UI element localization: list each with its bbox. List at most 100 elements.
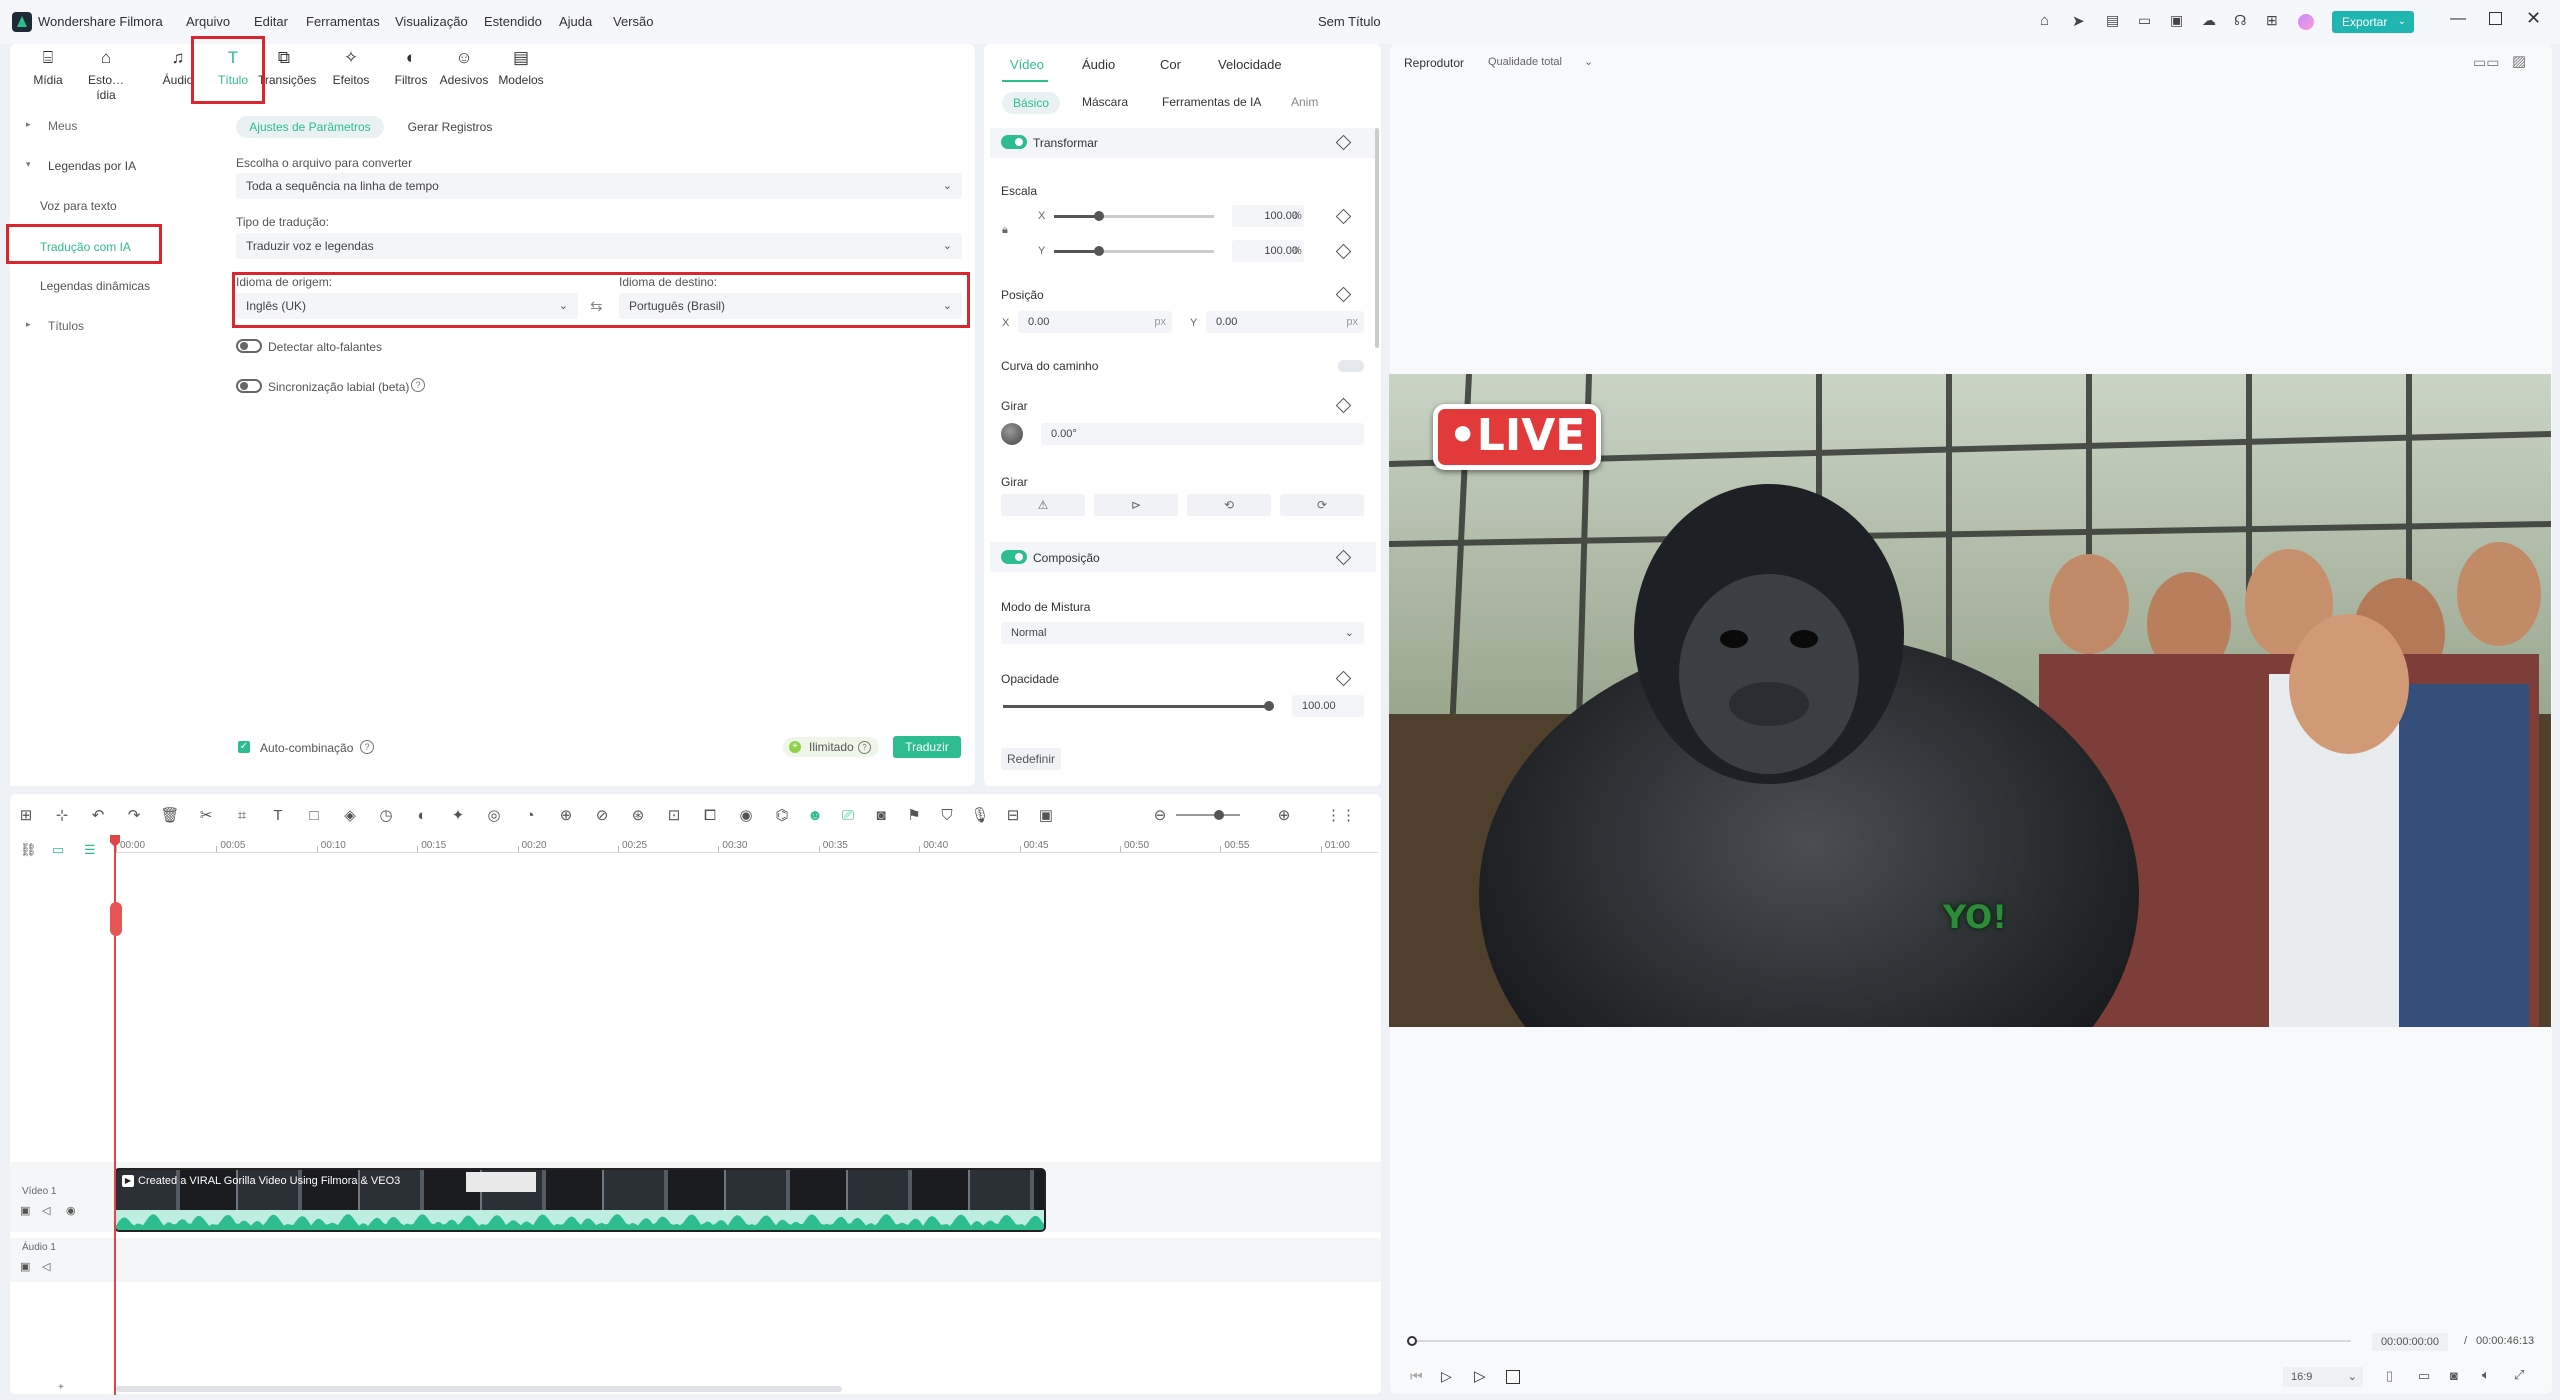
play-step-icon[interactable]: ▷: [1441, 1368, 1452, 1385]
tab-template[interactable]: ▤ Modelos: [495, 48, 547, 87]
speaker-icon[interactable]: ◁: [42, 1204, 50, 1217]
track-layout-icon[interactable]: ☰: [84, 842, 96, 858]
display-icon[interactable]: ▭: [2418, 1368, 2430, 1384]
sidebar-item-dynamic-subtitles[interactable]: Legendas dinâmicas: [18, 276, 213, 298]
path-curve-toggle[interactable]: [1338, 360, 1364, 372]
opacity-slider[interactable]: [1003, 701, 1274, 711]
mark-icon[interactable]: ▯: [2386, 1368, 2393, 1384]
scale-x-slider[interactable]: [1054, 211, 1214, 221]
choose-file-select[interactable]: Toda a sequência na linha de tempo ⌄: [236, 173, 962, 199]
layout-icon[interactable]: ▭: [2138, 12, 2154, 28]
subtitle-icon[interactable]: ⊟: [1003, 806, 1023, 826]
playback-scrubber[interactable]: [1411, 1340, 2351, 1342]
sidebar-item-meus[interactable]: ▸ Meus: [18, 116, 213, 138]
link-track-icon[interactable]: ▭: [52, 842, 64, 858]
volume-icon[interactable]: 🔈︎: [2482, 1367, 2490, 1383]
timer-icon[interactable]: ◔: [520, 806, 540, 826]
previous-frame-icon[interactable]: ⏮: [1410, 1368, 1423, 1385]
delete-icon[interactable]: 🗑︎: [160, 806, 180, 826]
tab-effects[interactable]: ✧ Efeitos: [325, 48, 377, 87]
help-icon[interactable]: ?: [858, 741, 871, 754]
detect-speakers-toggle[interactable]: [236, 339, 262, 353]
sidebar-item-speech-to-text[interactable]: Voz para texto: [18, 196, 213, 218]
layout-grid-icon[interactable]: ⊞: [16, 806, 36, 826]
compare-view-icon[interactable]: ▭▭: [2473, 54, 2499, 71]
undo-icon[interactable]: ↶: [88, 806, 108, 826]
rotate-dial-icon[interactable]: [1001, 423, 1023, 445]
group-icon[interactable]: ⊡: [664, 806, 684, 826]
subtab-ai-tools[interactable]: Ferramentas de IA: [1162, 95, 1261, 109]
composition-toggle[interactable]: [1001, 550, 1027, 564]
lip-sync-toggle[interactable]: [236, 379, 262, 393]
maximize-icon[interactable]: [2489, 12, 2502, 25]
screenshot-icon[interactable]: ◙: [871, 806, 891, 826]
zoom-in-icon[interactable]: ⊕: [1274, 806, 1294, 826]
camera-icon[interactable]: ◙: [2450, 1368, 2458, 1383]
gift-icon[interactable]: ⌂: [2040, 12, 2056, 29]
slider-handle[interactable]: [1214, 810, 1224, 820]
mic-icon[interactable]: 🎙︎: [970, 806, 990, 826]
transform-toggle[interactable]: [1001, 135, 1027, 149]
sidebar-item-titles[interactable]: ▸ Títulos: [18, 316, 213, 338]
rotate-left-button[interactable]: ⟲: [1187, 494, 1271, 516]
render-icon[interactable]: ⎚: [838, 806, 858, 826]
select-tool-icon[interactable]: ⊹: [52, 806, 72, 826]
crop-icon[interactable]: ⌗: [232, 806, 252, 826]
slider-handle[interactable]: [1093, 246, 1104, 256]
cloud-icon[interactable]: ☁: [2202, 12, 2218, 28]
snap-icon[interactable]: ⌬: [772, 806, 792, 826]
menu-6[interactable]: Versão: [613, 14, 653, 29]
tab-stock-media[interactable]: ⌂ Esto…ídia: [80, 48, 132, 102]
auto-highlight-icon[interactable]: ◉: [736, 806, 756, 826]
tab-speed[interactable]: Velocidade: [1218, 57, 1282, 72]
tab-filter[interactable]: ◐ Filtros: [385, 48, 437, 87]
blend-mode-select[interactable]: Normal ⌄: [1001, 622, 1364, 644]
export-button[interactable]: Exportar ⌄: [2332, 11, 2414, 33]
subtab-animation[interactable]: Anim: [1291, 95, 1318, 109]
columns-icon[interactable]: ⋮⋮: [1326, 806, 1356, 826]
ai-icon[interactable]: ✦: [448, 806, 468, 826]
motion-icon[interactable]: ⊘: [592, 806, 612, 826]
marker-icon[interactable]: ⚑: [904, 806, 924, 826]
scale-y-slider[interactable]: [1054, 246, 1214, 256]
menu-2[interactable]: Ferramentas: [306, 14, 380, 29]
fullscreen-icon[interactable]: ⤢: [2514, 1367, 2524, 1383]
pip-icon[interactable]: ▣: [1036, 806, 1056, 826]
subtab-basic[interactable]: Básico: [1002, 92, 1060, 114]
close-icon[interactable]: ✕: [2526, 8, 2541, 29]
tab-generate-records[interactable]: Gerar Registros: [400, 116, 500, 138]
color-icon[interactable]: ◐: [412, 806, 432, 826]
auto-merge-checkbox[interactable]: ✓: [238, 741, 250, 753]
playhead-handle[interactable]: [1407, 1336, 1417, 1346]
translation-type-select[interactable]: Traduzir voz e legendas ⌄: [236, 233, 962, 259]
tab-video[interactable]: Vídeo: [1010, 57, 1044, 72]
headset-icon[interactable]: ☊: [2234, 12, 2250, 28]
eye-icon[interactable]: ◉: [66, 1204, 76, 1217]
stop-icon[interactable]: [1506, 1370, 1520, 1384]
save-icon[interactable]: ▣: [2170, 12, 2186, 28]
slider-handle[interactable]: [1264, 701, 1274, 711]
menu-3[interactable]: Visualização: [395, 14, 468, 29]
freeze-icon[interactable]: ⧠: [700, 806, 720, 826]
snapshot-image-icon[interactable]: ▨: [2512, 52, 2526, 70]
translate-button[interactable]: Traduzir: [893, 736, 961, 758]
shield-icon[interactable]: ⛉: [937, 806, 957, 826]
tab-sticker[interactable]: ☺ Adesivos: [438, 48, 490, 87]
zoom-slider[interactable]: [1176, 810, 1240, 820]
aspect-ratio-select[interactable]: 16:9 ⌄: [2283, 1367, 2363, 1387]
position-y-input[interactable]: 0.00 px: [1206, 311, 1364, 333]
opacity-input[interactable]: 100.00: [1292, 695, 1364, 717]
minimize-icon[interactable]: —: [2450, 10, 2466, 28]
position-x-input[interactable]: 0.00 px: [1018, 311, 1172, 333]
tab-transition[interactable]: ⧉ Transições: [258, 48, 316, 87]
text-icon[interactable]: T: [268, 806, 288, 826]
timeline-add-icon[interactable]: +: [58, 1382, 64, 1393]
grid-apps-icon[interactable]: ⊞: [2266, 12, 2282, 28]
video-clip[interactable]: ▶ Created a VIRAL Gorilla Video Using Fi…: [114, 1168, 1046, 1232]
zoom-out-icon[interactable]: ⊖: [1150, 806, 1170, 826]
cut-icon[interactable]: ✂: [196, 806, 216, 826]
stabilize-icon[interactable]: ⊕: [556, 806, 576, 826]
properties-scrollbar[interactable]: [1375, 128, 1379, 348]
add-track-icon[interactable]: ⛓: [20, 842, 37, 858]
menu-0[interactable]: Arquivo: [186, 14, 230, 29]
